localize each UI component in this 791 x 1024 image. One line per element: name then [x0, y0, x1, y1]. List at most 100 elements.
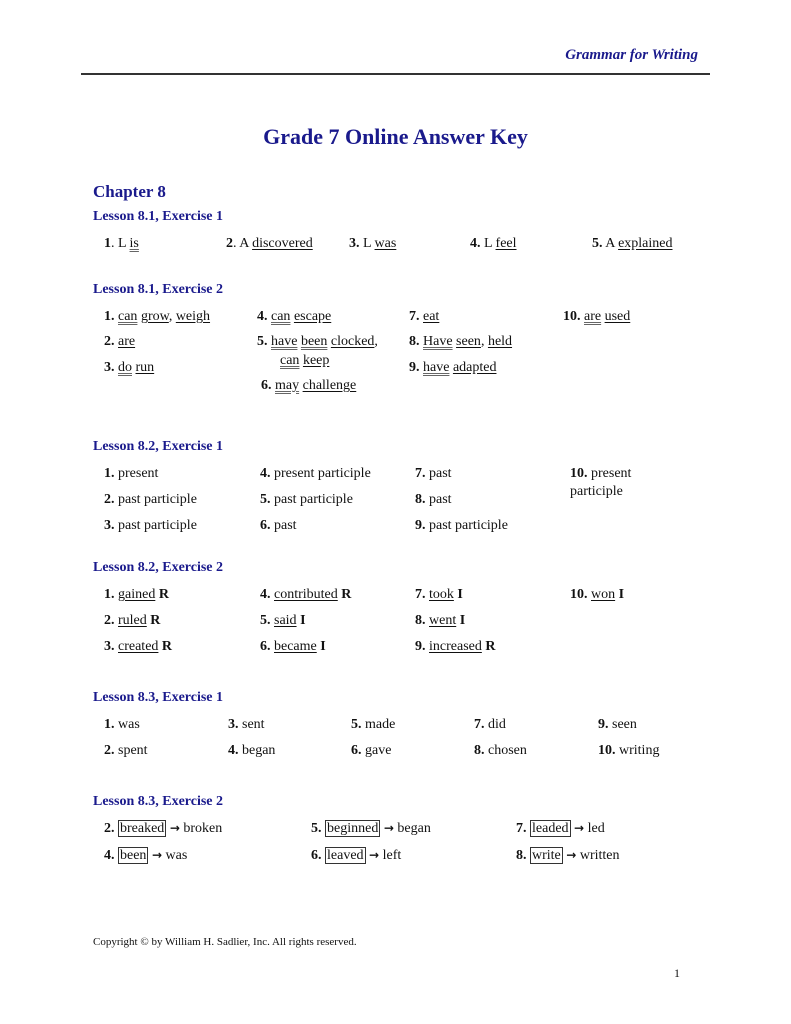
answer-text: past — [429, 492, 452, 507]
underlined-word: adapted — [452, 360, 497, 375]
underlined-word: created — [118, 639, 159, 654]
answer-continuation: can keep — [280, 352, 329, 370]
answer-item: 10. are used — [563, 308, 630, 326]
answer-number: 8. — [409, 334, 420, 349]
answer-item: 4. been → was — [104, 846, 187, 865]
double-underlined-word: can — [271, 309, 291, 324]
answer-item: 8. past — [415, 491, 452, 509]
underlined-word: gained — [118, 587, 156, 602]
answer-text: , — [374, 334, 378, 349]
arrow-icon: → — [169, 821, 180, 835]
answer-item: 2. are — [104, 333, 135, 351]
answer-text: began — [242, 743, 276, 758]
double-underlined-word: are — [584, 309, 602, 324]
answer-text: written — [576, 848, 620, 863]
answer-text: left — [379, 848, 402, 863]
answer-number: 1. — [104, 587, 115, 602]
running-header: Grammar for Writing — [565, 47, 698, 63]
underlined-word: used — [604, 309, 631, 324]
answer-number: 2. — [104, 613, 115, 628]
answer-item: 6. became I — [260, 638, 326, 656]
answer-item: 6. may challenge — [261, 377, 356, 395]
lesson-heading: Lesson 8.3, Exercise 2 — [93, 794, 224, 809]
underlined-word: challenge — [302, 378, 357, 393]
underlined-word: seen — [456, 334, 481, 349]
answer-text: was — [162, 848, 188, 863]
label-letter: I — [300, 613, 306, 628]
label-letter: R — [158, 587, 169, 602]
answer-text: sent — [242, 717, 265, 732]
answer-text: A — [239, 236, 253, 251]
underlined-word: grow — [140, 309, 169, 324]
answer-number: 10. — [563, 309, 581, 324]
answer-item: 5. said I — [260, 612, 306, 630]
answer-number: 6. — [260, 518, 271, 533]
label-letter: I — [320, 639, 326, 654]
answer-number: 7. — [474, 717, 485, 732]
answer-number: 3. — [104, 518, 115, 533]
answer-item: 10. writing — [598, 742, 659, 760]
boxed-error-word: breaked — [118, 820, 167, 837]
double-underlined-word: is — [129, 236, 139, 251]
answer-number: 7. — [415, 466, 426, 481]
underlined-word: weigh — [175, 309, 211, 324]
answer-number: 10. — [598, 743, 616, 758]
answer-text: L — [484, 236, 496, 251]
answer-item: 8. chosen — [474, 742, 527, 760]
label-letter: I — [457, 587, 463, 602]
answer-text: writing — [619, 743, 660, 758]
boxed-error-word: write — [530, 847, 563, 864]
answer-number: 6. — [261, 378, 272, 393]
answer-text: present — [591, 466, 632, 481]
answer-item: 6. leaved → left — [311, 846, 401, 865]
header-rule — [81, 73, 710, 75]
underlined-word: was — [374, 236, 397, 251]
answer-item: 8. write → written — [516, 846, 619, 865]
page-number: 1 — [674, 966, 680, 980]
answer-item: 5. past participle — [260, 491, 353, 509]
answer-item: 1. L is — [104, 236, 139, 251]
answer-number: 5. — [311, 821, 322, 836]
answer-item: 10. present — [570, 465, 631, 483]
answer-item: 7. past — [415, 465, 452, 483]
double-underlined-word: been — [300, 334, 328, 349]
answer-text: past participle — [118, 492, 197, 507]
answer-item: 9. past participle — [415, 517, 508, 535]
answer-number: 8. — [415, 492, 426, 507]
underlined-word: clocked — [330, 334, 375, 349]
answer-number: 1 — [104, 236, 111, 251]
answer-number: 6. — [351, 743, 362, 758]
underlined-word: run — [135, 360, 155, 375]
answer-item: 3. created R — [104, 638, 172, 656]
label-letter: R — [341, 587, 352, 602]
underlined-word: keep — [302, 353, 330, 368]
answer-number: 5. — [260, 492, 271, 507]
answer-number: 5. — [260, 613, 271, 628]
underlined-word: held — [487, 334, 513, 349]
answer-number: 7. — [415, 587, 426, 602]
answer-text: chosen — [488, 743, 527, 758]
answer-text: past participle — [118, 518, 197, 533]
answer-item: 3. sent — [228, 716, 265, 734]
answer-number: 10. — [570, 587, 588, 602]
boxed-error-word: leaded — [530, 820, 571, 837]
label-letter: I — [618, 587, 625, 602]
answer-number: 4. — [228, 743, 239, 758]
answer-text: was — [118, 717, 140, 732]
answer-number: 4. — [104, 848, 115, 863]
answer-text: , — [168, 309, 176, 324]
label-letter: R — [150, 613, 161, 628]
underlined-word: ruled — [118, 613, 147, 628]
answer-item: 3. past participle — [104, 517, 197, 535]
double-underlined-word: can — [118, 309, 138, 324]
answer-number: 8. — [474, 743, 485, 758]
answer-item: 4. contributed R — [260, 586, 351, 604]
answer-text: did — [488, 717, 506, 732]
answer-text: past participle — [429, 518, 508, 533]
answer-number: 9. — [415, 518, 426, 533]
answer-item: 2. past participle — [104, 491, 197, 509]
label-letter: R — [161, 639, 173, 654]
underlined-word: became — [274, 639, 317, 654]
answer-item: 9. have adapted — [409, 359, 496, 377]
chapter-heading: Chapter 8 — [93, 182, 166, 201]
